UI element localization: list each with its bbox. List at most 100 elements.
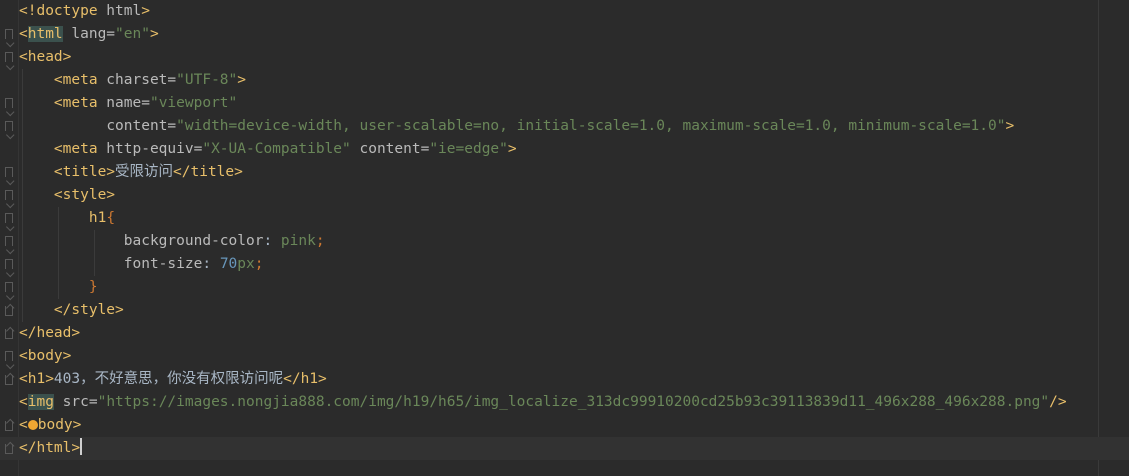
fold-marker-icon[interactable] [5, 306, 13, 316]
code-token: <h1> [19, 371, 54, 387]
code-line[interactable]: </head> [0, 322, 1129, 345]
code-text: </style> [19, 299, 124, 322]
fold-marker-icon[interactable] [5, 167, 13, 177]
code-line[interactable]: <meta charset="UTF-8"> [0, 69, 1129, 92]
fold-marker-icon[interactable] [5, 121, 13, 131]
intention-bulb-icon[interactable] [27, 420, 38, 430]
code-text: <style> [19, 184, 115, 207]
fold-marker-icon[interactable] [5, 351, 13, 361]
code-token: "X-UA-Compatible" [202, 141, 351, 157]
fold-marker-icon[interactable] [5, 375, 13, 385]
code-token: <title> [53, 164, 116, 180]
code-line[interactable]: < body> [0, 414, 1129, 437]
code-line[interactable]: <img src="https://images.nongjia888.com/… [0, 391, 1129, 414]
code-token: < [19, 417, 28, 433]
fold-marker-icon[interactable] [5, 29, 13, 39]
code-token: </head> [19, 325, 81, 341]
code-line[interactable]: </style> [0, 299, 1129, 322]
code-token: 403，不好意思，你没有权限访问呢 [53, 371, 284, 387]
code-line[interactable]: <title>受限访问</title> [0, 161, 1129, 184]
code-line[interactable]: <body> [0, 345, 1129, 368]
code-token: "https://images.nongjia888.com/img/h19/h… [97, 394, 1050, 410]
code-token: "en" [115, 26, 150, 42]
fold-marker-icon[interactable] [5, 98, 13, 108]
code-token: name= [97, 95, 150, 111]
code-text: content="width=device-width, user-scalab… [19, 115, 1014, 138]
code-token: 受限访问 [115, 164, 174, 180]
code-text: <title>受限访问</title> [19, 161, 243, 184]
code-token: "ie=edge" [429, 141, 508, 157]
code-token: <style> [53, 187, 116, 203]
fold-marker-icon[interactable] [5, 213, 13, 223]
code-token: ; [254, 256, 264, 272]
code-line[interactable]: <meta http-equiv="X-UA-Compatible" conte… [0, 138, 1129, 161]
code-token: : [202, 256, 220, 272]
code-text: background-color: pink; [19, 230, 325, 253]
code-token: "viewport" [149, 95, 238, 111]
code-token: img [27, 394, 54, 410]
code-line[interactable]: <head> [0, 46, 1129, 69]
code-token: http-equiv= [97, 141, 203, 157]
code-token: < [19, 394, 28, 410]
fold-marker-icon[interactable] [5, 190, 13, 200]
fold-marker-icon[interactable] [5, 259, 13, 269]
code-text: <body> [19, 345, 71, 368]
code-token: <body> [19, 348, 72, 364]
fold-marker-icon[interactable] [5, 236, 13, 246]
code-line[interactable]: </html> [0, 437, 1129, 460]
code-token: h1 [88, 210, 107, 226]
code-editor[interactable]: <!doctype html> <html lang="en"> <head> <m… [0, 0, 1129, 476]
code-line[interactable]: } [0, 276, 1129, 299]
code-text: <meta http-equiv="X-UA-Compatible" conte… [19, 138, 517, 161]
fold-marker-icon[interactable] [5, 444, 13, 454]
code-line[interactable]: <style> [0, 184, 1129, 207]
code-line[interactable]: <meta name="viewport" [0, 92, 1129, 115]
code-line[interactable]: background-color: pink; [0, 230, 1129, 253]
code-text: <h1>403，不好意思，你没有权限访问呢</h1> [19, 368, 327, 391]
fold-marker-icon[interactable] [5, 421, 13, 431]
fold-marker-icon[interactable] [5, 52, 13, 62]
code-token: > [237, 72, 246, 88]
code-text: <meta name="viewport" [19, 92, 237, 115]
code-text: font-size: 70px; [19, 253, 264, 276]
code-token: <meta [53, 141, 98, 157]
code-line[interactable]: <html lang="en"> [0, 23, 1129, 46]
code-token: html [27, 26, 63, 42]
code-token: body> [37, 417, 82, 433]
code-token: content= [350, 141, 430, 157]
code-token: : [263, 233, 281, 249]
code-token: pink [280, 233, 316, 249]
code-token: > [141, 3, 150, 19]
code-token: "width=device-width, user-scalable=no, i… [176, 118, 1006, 134]
code-text: < body> [19, 414, 81, 437]
code-token: > [1005, 118, 1015, 134]
code-token: <!doctype [19, 3, 98, 19]
text-cursor [80, 438, 83, 455]
code-token: > [507, 141, 517, 157]
code-line[interactable]: content="width=device-width, user-scalab… [0, 115, 1129, 138]
code-text: <!doctype html> [19, 0, 150, 23]
code-token: px [237, 256, 255, 272]
code-text: } [19, 276, 98, 299]
code-token: </h1> [283, 371, 327, 387]
code-token: "UTF-8" [176, 72, 238, 88]
fold-marker-icon[interactable] [5, 282, 13, 292]
code-token: content= [106, 118, 177, 134]
code-line[interactable]: <!doctype html> [0, 0, 1129, 23]
fold-marker-icon[interactable] [5, 329, 13, 339]
code-line[interactable]: font-size: 70px; [0, 253, 1129, 276]
code-token: <head> [19, 49, 72, 65]
code-line[interactable]: <h1>403，不好意思，你没有权限访问呢</h1> [0, 368, 1129, 391]
code-line[interactable]: h1{ [0, 207, 1129, 230]
code-token: lang= [62, 26, 116, 42]
code-token: /> [1049, 394, 1067, 410]
code-text: </head> [19, 322, 80, 345]
